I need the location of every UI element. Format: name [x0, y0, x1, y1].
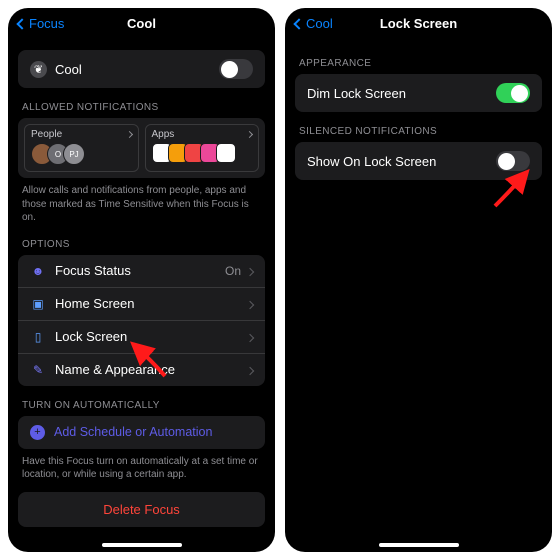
allowed-notifications: People O PJ Apps [18, 118, 265, 178]
app-icons [152, 143, 253, 163]
back-button[interactable]: Focus [18, 16, 64, 31]
allowed-footer: Allow calls and notifications from peopl… [22, 184, 261, 225]
option-name-appearance[interactable]: ✎ Name & Appearance [18, 354, 265, 386]
home-screen-icon: ▣ [30, 296, 46, 312]
leaf-icon: ❦ [30, 61, 47, 78]
show-lock-row: Show On Lock Screen [295, 142, 542, 180]
delete-focus-button[interactable]: Delete Focus [18, 492, 265, 527]
chevron-right-icon [247, 329, 253, 344]
row-label: Name & Appearance [55, 362, 175, 377]
people-avatars: O PJ [31, 143, 132, 165]
auto-footer: Have this Focus turn on automatically at… [22, 455, 261, 482]
row-label: Dim Lock Screen [307, 86, 406, 101]
allowed-people[interactable]: People O PJ [24, 124, 139, 172]
home-indicator[interactable] [379, 543, 459, 547]
avatar: PJ [63, 143, 85, 165]
row-label: Lock Screen [55, 329, 127, 344]
focus-toggle[interactable] [219, 59, 253, 79]
apps-label: Apps [152, 129, 175, 140]
show-lock-toggle[interactable] [496, 151, 530, 171]
option-focus-status[interactable]: ☻ Focus Status On [18, 255, 265, 288]
auto-header: TURN ON AUTOMATICALLY [22, 400, 261, 411]
options-header: OPTIONS [22, 239, 261, 250]
allowed-apps[interactable]: Apps [145, 124, 260, 172]
navbar: Focus Cool [8, 8, 275, 38]
home-indicator[interactable] [102, 543, 182, 547]
chevron-right-icon [247, 263, 253, 278]
row-label: Focus Status [55, 263, 131, 278]
row-label: Show On Lock Screen [307, 154, 436, 169]
appearance-header: APPEARANCE [299, 58, 538, 69]
row-label: Home Screen [55, 296, 134, 311]
navbar: Cool Lock Screen [285, 8, 552, 38]
back-label: Cool [306, 16, 333, 31]
add-schedule-label: Add Schedule or Automation [54, 425, 212, 439]
back-button[interactable]: Cool [295, 16, 333, 31]
silenced-header: SILENCED NOTIFICATIONS [299, 126, 538, 137]
row-value: On [225, 264, 241, 278]
app-icon [216, 143, 236, 163]
chevron-right-icon [247, 129, 252, 140]
options-group: ☻ Focus Status On ▣ Home Screen ▯ Lock Scre… [18, 255, 265, 386]
phone-right: Cool Lock Screen APPEARANCE Dim Lock Scr… [285, 8, 552, 552]
chevron-right-icon [247, 296, 253, 311]
lock-screen-icon: ▯ [30, 329, 46, 345]
allowed-header: ALLOWED NOTIFICATIONS [22, 102, 261, 113]
back-label: Focus [29, 16, 64, 31]
option-home-screen[interactable]: ▣ Home Screen [18, 288, 265, 321]
people-label: People [31, 129, 62, 140]
focus-name: Cool [55, 62, 82, 77]
chevron-right-icon [127, 129, 132, 140]
chevron-right-icon [247, 362, 253, 377]
option-lock-screen[interactable]: ▯ Lock Screen [18, 321, 265, 354]
chevron-left-icon [18, 16, 26, 31]
focus-status-icon: ☻ [30, 263, 46, 279]
phone-left: Focus Cool ❦ Cool ALLOWED NOTIFICATIONS … [8, 8, 275, 552]
add-schedule-button[interactable]: + Add Schedule or Automation [18, 416, 265, 449]
name-appearance-icon: ✎ [30, 362, 46, 378]
dim-lock-row: Dim Lock Screen [295, 74, 542, 112]
plus-icon: + [30, 425, 45, 440]
chevron-left-icon [295, 16, 303, 31]
focus-row: ❦ Cool [18, 50, 265, 88]
dim-lock-toggle[interactable] [496, 83, 530, 103]
